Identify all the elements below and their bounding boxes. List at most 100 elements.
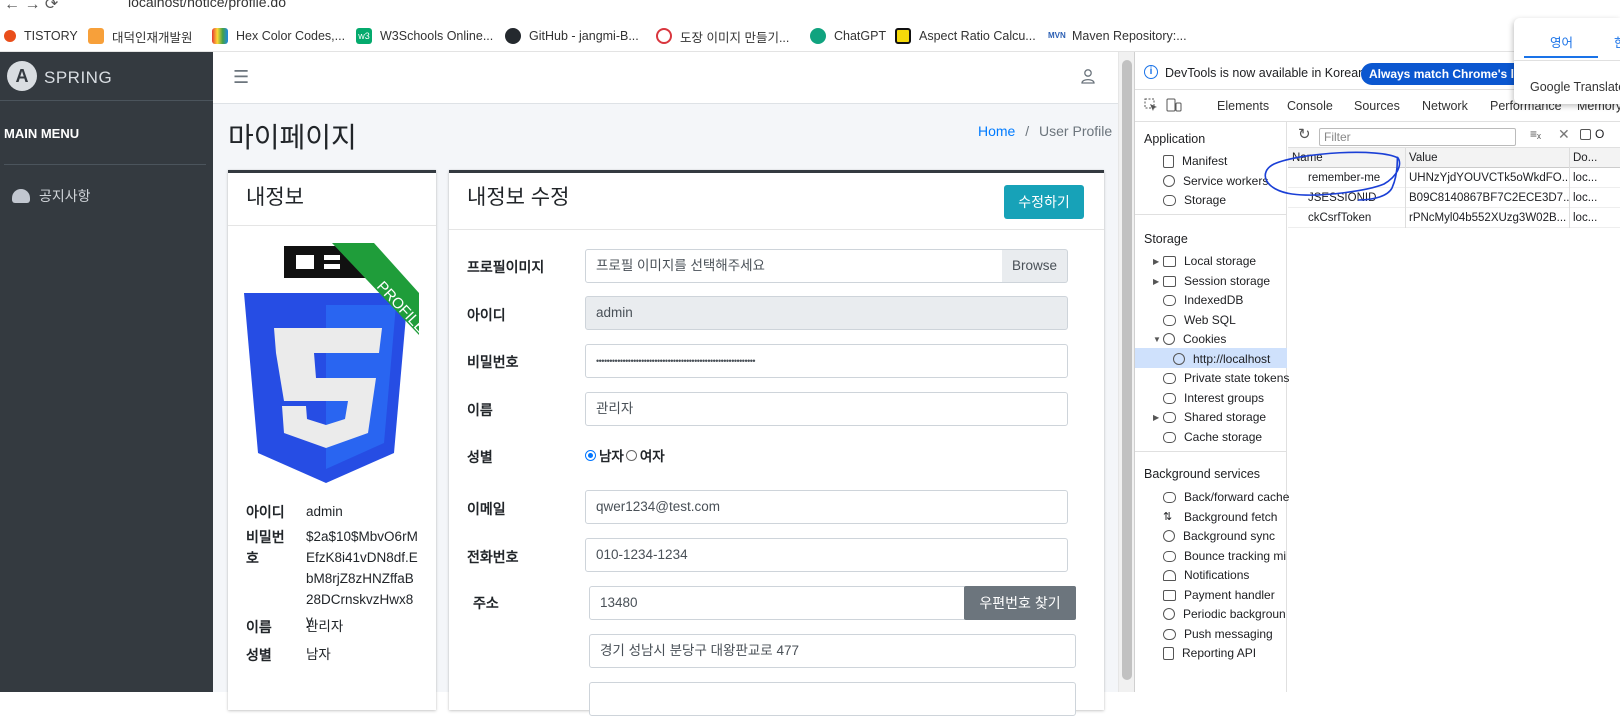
zipcode-input[interactable]: 13480 bbox=[589, 586, 965, 620]
app-item-storage[interactable]: Storage bbox=[1163, 193, 1226, 207]
database-icon bbox=[1163, 550, 1176, 562]
password-input[interactable]: ••••••••••••••••••••••••••••••••••••••••… bbox=[585, 344, 1068, 378]
user-icon[interactable] bbox=[1080, 68, 1096, 84]
column-value[interactable]: Value bbox=[1409, 152, 1438, 164]
tab-sources[interactable]: Sources bbox=[1354, 99, 1400, 113]
database-icon bbox=[1163, 314, 1176, 326]
page-scrollbar[interactable] bbox=[1118, 52, 1134, 692]
password-label: 비밀번호 bbox=[467, 354, 519, 370]
gender-radio-male[interactable] bbox=[585, 449, 596, 461]
table-row[interactable]: ckCsrfToken rPNcMyl04b552XUzg3W02B... lo… bbox=[1288, 208, 1620, 228]
storage-item-shared[interactable]: ▶ Shared storage bbox=[1153, 410, 1266, 424]
bookmark-hex-color[interactable]: Hex Color Codes,... bbox=[212, 27, 345, 45]
cookie-filter-input[interactable]: Filter bbox=[1319, 128, 1516, 146]
browser-nav-icons[interactable]: ← → ⟳ bbox=[4, 0, 58, 14]
column-divider[interactable] bbox=[1569, 148, 1570, 228]
inspect-element-icon[interactable] bbox=[1144, 98, 1158, 112]
tab-console[interactable]: Console bbox=[1287, 99, 1333, 113]
bell-icon bbox=[1163, 569, 1176, 581]
app-item-manifest[interactable]: Manifest bbox=[1163, 154, 1227, 168]
bg-item-push[interactable]: Push messaging bbox=[1163, 627, 1273, 641]
bg-item-notifications[interactable]: Notifications bbox=[1163, 568, 1249, 582]
cookie-origin-localhost[interactable]: http://localhost bbox=[1173, 352, 1270, 366]
aspect-ratio-icon bbox=[895, 28, 911, 44]
table-icon bbox=[1163, 255, 1176, 267]
bg-item-sync[interactable]: Background sync bbox=[1163, 529, 1275, 543]
bookmark-chatgpt[interactable]: ChatGPT bbox=[810, 27, 886, 45]
cookie-value: B09C8140867BF7C2ECE3D7... bbox=[1409, 192, 1569, 204]
address-detail-input[interactable] bbox=[589, 682, 1076, 716]
expand-arrow-icon[interactable]: ▶ bbox=[1153, 257, 1159, 266]
expand-arrow-icon[interactable]: ▶ bbox=[1153, 413, 1159, 422]
sidebar-item-label: 공지사항 bbox=[39, 188, 91, 204]
bookmark-aspect-ratio[interactable]: Aspect Ratio Calcu... bbox=[895, 27, 1036, 45]
email-input[interactable]: qwer1234@test.com bbox=[585, 490, 1068, 524]
bg-item-bounce-tracking[interactable]: Bounce tracking mi bbox=[1163, 549, 1286, 563]
bg-item-fetch[interactable]: ⇅ Background fetch bbox=[1163, 510, 1277, 524]
storage-item-local[interactable]: ▶ Local storage bbox=[1153, 254, 1256, 268]
bg-item-payment[interactable]: Payment handler bbox=[1163, 588, 1275, 602]
hamburger-menu-icon[interactable]: ☰ bbox=[233, 67, 249, 88]
storage-item-private-tokens[interactable]: Private state tokens bbox=[1163, 371, 1289, 385]
name-input[interactable]: 관리자 bbox=[585, 392, 1068, 426]
cookie-viewer: ↻ Filter ≡ₓ ✕ O Name Value Do... remembe… bbox=[1288, 122, 1620, 692]
id-label: 아이디 bbox=[467, 307, 506, 323]
clear-filtered-icon[interactable]: ≡ₓ bbox=[1530, 127, 1541, 141]
storage-item-cache[interactable]: Cache storage bbox=[1163, 430, 1262, 444]
browse-button[interactable]: Browse bbox=[1002, 249, 1068, 283]
translate-tab-english[interactable]: 영어 bbox=[1550, 32, 1573, 51]
cookie-value: rPNcMyl04b552XUzg3W02B... bbox=[1409, 212, 1567, 224]
bg-item-bfcache[interactable]: Back/forward cache bbox=[1163, 490, 1289, 504]
bookmark-tistory[interactable]: TISTORY bbox=[4, 27, 78, 45]
storage-item-interest-groups[interactable]: Interest groups bbox=[1163, 391, 1264, 405]
menu-header: MAIN MENU bbox=[4, 126, 80, 141]
only-issues-checkbox[interactable] bbox=[1580, 129, 1591, 140]
storage-item-websql[interactable]: Web SQL bbox=[1163, 313, 1236, 327]
active-tab-indicator bbox=[1524, 56, 1598, 58]
app-item-service-workers[interactable]: Service workers bbox=[1163, 174, 1268, 188]
info-label-name: 이름 bbox=[246, 619, 272, 635]
sidebar-item-notice[interactable]: 공지사항 bbox=[12, 186, 91, 206]
refresh-icon[interactable]: ↻ bbox=[1298, 125, 1311, 143]
arrows-icon: ⇅ bbox=[1163, 510, 1173, 523]
bg-item-periodic[interactable]: Periodic backgroun bbox=[1163, 607, 1286, 621]
collapse-arrow-icon[interactable]: ▼ bbox=[1153, 335, 1161, 344]
storage-item-session[interactable]: ▶ Session storage bbox=[1153, 274, 1270, 288]
bookmark-w3schools[interactable]: w3 W3Schools Online... bbox=[356, 27, 493, 45]
storage-item-indexeddb[interactable]: IndexedDB bbox=[1163, 293, 1243, 307]
device-toolbar-icon[interactable] bbox=[1166, 98, 1182, 112]
address-text[interactable]: localhost/notice/profile.do bbox=[128, 0, 286, 10]
phone-input[interactable]: 010-1234-1234 bbox=[585, 538, 1068, 572]
breadcrumb-home-link[interactable]: Home bbox=[978, 123, 1015, 139]
match-language-button[interactable]: Always match Chrome's lan bbox=[1361, 63, 1531, 85]
bg-item-reporting[interactable]: Reporting API bbox=[1163, 646, 1256, 660]
save-button[interactable]: 수정하기 bbox=[1004, 185, 1084, 219]
column-domain[interactable]: Do... bbox=[1573, 152, 1597, 164]
bookmark-github[interactable]: GitHub - jangmi-B... bbox=[505, 27, 639, 45]
translate-tab-korean[interactable]: 한 bbox=[1614, 32, 1620, 51]
browser-url-bar: ← → ⟳ localhost/notice/profile.do bbox=[0, 0, 1620, 20]
profile-image-input[interactable]: 프로필 이미지를 선택해주세요 bbox=[585, 249, 1003, 283]
chatgpt-icon bbox=[810, 28, 826, 44]
address-input[interactable]: 경기 성남시 분당구 대왕판교로 477 bbox=[589, 634, 1076, 668]
bookmark-stamp[interactable]: 도장 이미지 만들기... bbox=[656, 27, 789, 45]
gender-radio-female[interactable] bbox=[625, 449, 637, 461]
google-translate-label: Google Translate bbox=[1530, 80, 1620, 94]
expand-arrow-icon[interactable]: ▶ bbox=[1153, 277, 1159, 286]
scrollbar-thumb[interactable] bbox=[1122, 60, 1132, 680]
delete-icon[interactable]: ✕ bbox=[1558, 126, 1570, 143]
cookie-toolbar: ↻ Filter ≡ₓ ✕ O bbox=[1288, 122, 1620, 148]
tistory-icon bbox=[4, 30, 16, 42]
column-divider[interactable] bbox=[1405, 148, 1406, 228]
w3schools-icon: w3 bbox=[356, 28, 372, 44]
bookmark-daedeok[interactable]: 대덕인재개발원 bbox=[88, 27, 193, 45]
file-icon bbox=[1163, 154, 1174, 168]
tab-network[interactable]: Network bbox=[1422, 99, 1468, 113]
find-zipcode-button[interactable]: 우편번호 찾기 bbox=[964, 586, 1076, 620]
bookmark-maven[interactable]: MVN Maven Repository:... bbox=[1048, 27, 1187, 45]
info-label-gender: 성별 bbox=[246, 647, 272, 663]
gender-option-female: 여자 bbox=[639, 449, 665, 464]
brand-link[interactable]: A SPRING bbox=[0, 52, 213, 101]
tab-elements[interactable]: Elements bbox=[1217, 99, 1269, 113]
storage-item-cookies[interactable]: ▼ Cookies bbox=[1153, 332, 1226, 346]
